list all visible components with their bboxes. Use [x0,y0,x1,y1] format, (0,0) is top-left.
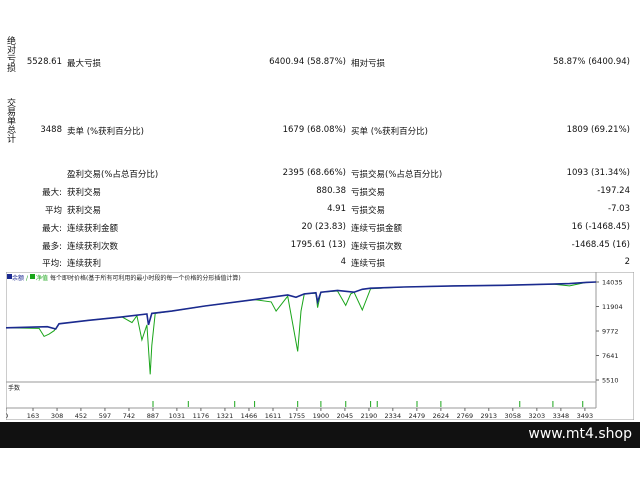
x-tick-label: 1755 [289,412,306,420]
equity-legend-swatch [30,274,35,279]
avg-consec-wins-value: 4 [340,257,346,267]
long-trades-label: 买单 (%获利百分比) [351,127,428,137]
rel-drawdown-value: 58.87% (6400.94) [553,57,630,67]
x-tick-label: 2334 [385,412,402,420]
maximal-loss-label: 连续亏损次数 [351,242,403,252]
x-tick-label: 2913 [480,412,497,420]
largest-loss-label: 亏损交易 [351,188,386,198]
x-tick-label: 2624 [433,412,450,420]
x-tick-label: 1176 [193,412,210,420]
x-tick-label: 1900 [313,412,330,420]
max-consec-wins-value: 20 (23.83) [301,222,346,232]
equity-chart: 余额 / 净值 每个即时价格(基于所有可利用的最小时段的每一个价格的分形插值计算… [4,271,635,421]
average-profit-label: 获利交易 [67,206,102,216]
x-tick-label: 597 [99,412,111,420]
maximal-profit-value: 1795.61 (13) [290,240,346,250]
y-tick-label: 7641 [602,352,619,360]
rel-drawdown-label: 相对亏损 [351,59,386,69]
chart-legend-note: 每个即时价格(基于所有可利用的最小时段的每一个价格的分形插值计算) [50,274,241,282]
equity-legend-label: 净值 [36,274,48,282]
avg-consec-prefix: 平均: [42,259,62,269]
max-drawdown-label: 最大亏损 [67,59,102,69]
x-tick-label: 3058 [505,412,522,420]
trades-heading: 交易单总计 [5,98,15,143]
maximal-prefix: 最多: [42,242,62,252]
avg-consec-losses-value: 2 [624,257,630,267]
y-tick-label: 5510 [602,377,619,385]
profit-trades-label: 盈利交易(%占总百分比) [67,170,159,180]
max-consec-prefix: 最大: [42,224,62,234]
max-consec-losses-label: 连续亏损金额 [351,224,403,234]
largest-profit-label: 获利交易 [67,188,102,198]
x-tick-label: 3348 [553,412,570,420]
profit-trades-value: 2395 (68.66%) [282,168,346,178]
x-tick-label: 163 [27,412,39,420]
average-loss-value: -7.03 [608,204,630,214]
y-tick-label: 14035 [602,279,623,287]
x-tick-label: 742 [123,412,135,420]
x-tick-label: 3493 [577,412,594,420]
balance-legend-label: 余额 [12,274,24,282]
x-tick-label: 2769 [457,412,474,420]
footer-bar: www.mt4.shop [0,422,640,448]
volume-pane-label: 手数 [8,384,20,392]
x-tick-label: 2045 [337,412,354,420]
y-tick-label: 11904 [602,303,623,311]
short-trades-value: 1679 (68.08%) [282,125,346,135]
abs-drawdown-value: 5528.61 [26,57,62,67]
largest-prefix: 最大: [42,188,62,198]
x-tick-label: 0 [6,412,8,420]
x-tick-label: 2479 [409,412,426,420]
y-tick-label: 9772 [602,328,619,336]
max-consec-losses-value: 16 (-1468.45) [571,222,630,232]
x-tick-label: 1611 [265,412,282,420]
long-trades-value: 1809 (69.21%) [566,125,630,135]
x-tick-label: 1466 [241,412,258,420]
bottom-strip [0,448,640,480]
x-tick-label: 1321 [217,412,234,420]
max-consec-wins-label: 连续获利金额 [67,224,119,234]
average-profit-value: 4.91 [327,204,346,214]
max-drawdown-value: 6400.94 (58.87%) [269,57,346,67]
maximal-loss-value: -1468.45 (16) [571,240,630,250]
avg-consec-losses-label: 连续亏损 [351,259,386,269]
abs-drawdown-heading: 绝对亏损 [5,36,15,72]
maximal-profit-label: 连续获利次数 [67,242,119,252]
average-loss-label: 亏损交易 [351,206,386,216]
short-trades-label: 卖单 (%获利百分比) [67,127,144,137]
x-tick-label: 1031 [169,412,186,420]
x-tick-label: 887 [147,412,159,420]
x-tick-label: 3203 [529,412,546,420]
loss-trades-label: 亏损交易(%占总百分比) [351,170,443,180]
loss-trades-value: 1093 (31.34%) [566,168,630,178]
largest-loss-value: -197.24 [597,186,630,196]
avg-consec-wins-label: 连续获利 [67,259,102,269]
x-tick-label: 2190 [361,412,378,420]
x-tick-label: 452 [75,412,87,420]
total-trades-value: 3488 [40,125,62,135]
average-prefix: 平均 [44,206,62,216]
largest-profit-value: 880.38 [316,186,346,196]
footer-watermark: www.mt4.shop [528,426,632,442]
equity-chart-svg: 余额 / 净值 每个即时价格(基于所有可利用的最小时段的每一个价格的分形插值计算… [4,271,635,421]
x-tick-label: 308 [51,412,63,420]
